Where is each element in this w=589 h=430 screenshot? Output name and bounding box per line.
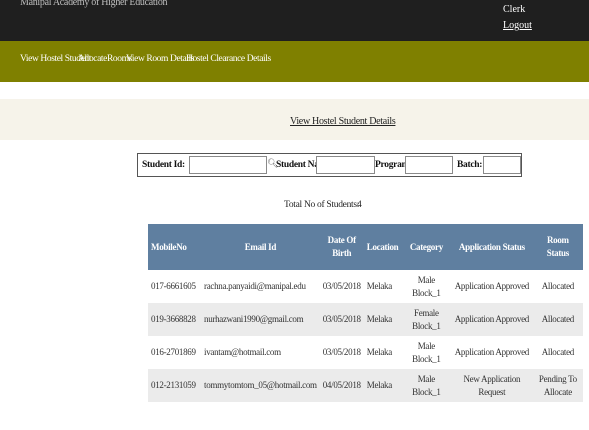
cell-application-status: Application Approved bbox=[454, 347, 530, 357]
col-location: Location bbox=[363, 224, 402, 270]
cell-dob: 03/05/2018 bbox=[322, 281, 361, 291]
table-row[interactable]: 016-2701869 ivantam@hotmail.com 03/05/20… bbox=[148, 336, 583, 369]
table-row[interactable]: 012-2131059 tommytomtom_05@hotmail.com 0… bbox=[148, 369, 584, 402]
cell-dob: 03/05/2018 bbox=[319, 303, 364, 336]
cell-room-status: Pending To Allocate bbox=[532, 369, 584, 402]
cell-location: Melaka bbox=[366, 281, 392, 291]
cell-mobile: 017-6661605 bbox=[151, 281, 196, 291]
program-input[interactable] bbox=[405, 156, 453, 174]
cell-category: Male Block_1 bbox=[412, 340, 441, 364]
title-band: View Hostel Student Details bbox=[0, 99, 589, 140]
page-title[interactable]: View Hostel Student Details bbox=[290, 116, 396, 127]
col-application-status: Application Status bbox=[451, 224, 533, 270]
students-table: MobileNo Email Id Date Of Birth Location… bbox=[148, 224, 584, 402]
cell-email: tommytomtom_05@hotmail.com bbox=[201, 369, 320, 402]
cell-mobile: 012-2131059 bbox=[148, 369, 201, 402]
table-row[interactable]: 019-3668828 nurhazwani1990@gmail.com 03/… bbox=[148, 303, 584, 336]
student-id-input[interactable] bbox=[189, 156, 267, 174]
cell-room-status: Allocated bbox=[541, 281, 575, 291]
col-dob: Date Of Birth bbox=[319, 224, 364, 270]
nav-bar: View Hostel Student AllocateRooms View R… bbox=[0, 41, 589, 82]
cell-category: Male Block_1 bbox=[401, 369, 452, 402]
brand-name: Manipal Academy of Higher Education bbox=[20, 0, 168, 8]
cell-location: Melaka bbox=[366, 347, 392, 357]
col-room-status: Room Status bbox=[532, 224, 584, 270]
cell-room-status: Allocated bbox=[541, 347, 575, 357]
nav-hostel-clearance-details[interactable]: Hostel Clearance Details bbox=[186, 54, 271, 64]
cell-application-status: New Application Request bbox=[451, 369, 533, 402]
cell-email: nurhazwani1990@gmail.com bbox=[201, 303, 320, 336]
cell-dob: 03/05/2018 bbox=[322, 347, 361, 357]
top-bar: Manipal Academy of Higher Education Cler… bbox=[0, 0, 589, 41]
cell-mobile: 019-3668828 bbox=[148, 303, 201, 336]
table-row[interactable]: 017-6661605 rachna.panyaidi@manipal.edu … bbox=[148, 270, 583, 303]
logout-link[interactable]: Logout bbox=[503, 20, 532, 31]
cell-category: Female Block_1 bbox=[401, 303, 452, 336]
cell-email: rachna.panyaidi@manipal.edu bbox=[204, 281, 306, 291]
cell-application-status: Application Approved bbox=[454, 281, 530, 291]
cell-location: Melaka bbox=[363, 369, 402, 402]
cell-email: ivantam@hotmail.com bbox=[204, 347, 281, 357]
cell-application-status: Application Approved bbox=[451, 303, 533, 336]
student-name-input[interactable] bbox=[316, 156, 375, 174]
cell-location: Melaka bbox=[363, 303, 402, 336]
nav-allocate-rooms[interactable]: AllocateRooms bbox=[78, 54, 132, 64]
col-mobile: MobileNo bbox=[148, 224, 201, 270]
student-id-label: Student Id: bbox=[142, 160, 185, 170]
cell-category: Male Block_1 bbox=[412, 274, 441, 298]
search-bar: Student Id: 🔍︎ Student Name: Program: Ba… bbox=[137, 153, 522, 177]
total-students-count: 4 bbox=[357, 200, 362, 210]
col-email: Email Id bbox=[201, 224, 320, 270]
total-students-label: Total No of Students: bbox=[284, 200, 360, 210]
nav-view-room-details[interactable]: View Room Details bbox=[126, 54, 194, 64]
cell-room-status: Allocated bbox=[532, 303, 584, 336]
table-header-row: MobileNo Email Id Date Of Birth Location… bbox=[148, 224, 584, 270]
cell-dob: 04/05/2018 bbox=[319, 369, 364, 402]
cell-mobile: 016-2701869 bbox=[151, 347, 196, 357]
total-students: Total No of Students: 4 bbox=[284, 200, 362, 210]
batch-label: Batch: bbox=[457, 160, 483, 170]
col-category: Category bbox=[401, 224, 452, 270]
batch-input[interactable] bbox=[483, 156, 521, 174]
user-role: Clerk bbox=[503, 4, 526, 15]
